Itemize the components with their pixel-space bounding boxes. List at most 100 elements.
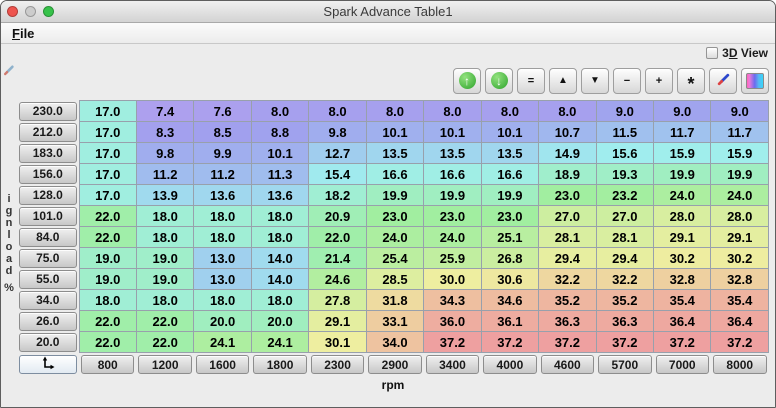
table-cell[interactable]: 23.0: [538, 184, 597, 206]
table-cell[interactable]: 23.0: [480, 205, 540, 227]
table-cell[interactable]: 22.0: [308, 226, 367, 248]
table-cell[interactable]: 20.9: [308, 205, 367, 227]
table-cell[interactable]: 34.3: [423, 289, 482, 311]
column-header-button[interactable]: 1600: [195, 355, 250, 374]
table-cell[interactable]: 13.5: [365, 142, 425, 164]
table-cell[interactable]: 27.8: [308, 289, 367, 311]
table-cell[interactable]: 32.2: [595, 268, 655, 290]
table-cell[interactable]: 11.3: [250, 163, 310, 185]
table-cell[interactable]: 17.0: [78, 142, 137, 164]
table-cell[interactable]: 22.0: [135, 331, 195, 353]
table-cell[interactable]: 9.8: [135, 142, 195, 164]
table-cell[interactable]: 19.0: [78, 247, 137, 269]
table-cell[interactable]: 11.7: [653, 121, 712, 143]
table-cell[interactable]: 15.9: [653, 142, 712, 164]
edit-pencil-button[interactable]: [709, 67, 737, 94]
table-cell[interactable]: 8.0: [365, 100, 425, 122]
table-cell[interactable]: 34.0: [365, 331, 425, 353]
table-cell[interactable]: 19.9: [365, 184, 425, 206]
table-cell[interactable]: 17.0: [78, 184, 137, 206]
table-cell[interactable]: 37.2: [480, 331, 540, 353]
table-cell[interactable]: 13.0: [193, 268, 252, 290]
table-cell[interactable]: 19.9: [710, 163, 769, 185]
axis-swap-button[interactable]: [19, 354, 77, 374]
table-cell[interactable]: 36.3: [595, 310, 655, 332]
row-header-button[interactable]: 156.0: [19, 164, 77, 184]
table-cell[interactable]: 13.5: [480, 142, 540, 164]
minimize-button[interactable]: [25, 6, 36, 17]
table-cell[interactable]: 18.0: [135, 226, 195, 248]
table-cell[interactable]: 29.1: [653, 226, 712, 248]
table-cell[interactable]: 9.9: [193, 142, 252, 164]
3d-view-checkbox[interactable]: [706, 46, 719, 59]
table-cell[interactable]: 11.2: [135, 163, 195, 185]
table-cell[interactable]: 17.0: [78, 121, 137, 143]
table-cell[interactable]: 29.1: [710, 226, 769, 248]
table-cell[interactable]: 30.2: [653, 247, 712, 269]
table-cell[interactable]: 32.8: [710, 268, 769, 290]
table-cell[interactable]: 15.6: [595, 142, 655, 164]
table-cell[interactable]: 8.3: [135, 121, 195, 143]
row-header-button[interactable]: 101.0: [19, 206, 77, 226]
row-header-button[interactable]: 230.0: [19, 101, 77, 121]
scale-down-button[interactable]: ↓: [485, 67, 513, 94]
column-header-button[interactable]: 4600: [540, 355, 595, 374]
close-button[interactable]: [7, 6, 18, 17]
table-cell[interactable]: 24.6: [308, 268, 367, 290]
column-header-button[interactable]: 2300: [310, 355, 365, 374]
table-cell[interactable]: 35.2: [538, 289, 597, 311]
table-cell[interactable]: 13.9: [135, 184, 195, 206]
table-cell[interactable]: 28.0: [710, 205, 769, 227]
table-cell[interactable]: 36.0: [423, 310, 482, 332]
table-cell[interactable]: 21.4: [308, 247, 367, 269]
table-cell[interactable]: 19.3: [595, 163, 655, 185]
row-header-button[interactable]: 183.0: [19, 143, 77, 163]
table-cell[interactable]: 23.2: [595, 184, 655, 206]
table-cell[interactable]: 24.0: [423, 226, 482, 248]
table-cell[interactable]: 27.0: [538, 205, 597, 227]
table-cell[interactable]: 12.7: [308, 142, 367, 164]
set-equal-button[interactable]: =: [517, 67, 545, 94]
table-cell[interactable]: 19.9: [480, 184, 540, 206]
column-header-button[interactable]: 800: [81, 355, 135, 374]
table-cell[interactable]: 10.1: [250, 142, 310, 164]
table-cell[interactable]: 24.0: [653, 184, 712, 206]
table-cell[interactable]: 17.0: [78, 100, 137, 122]
column-header-button[interactable]: 5700: [598, 355, 652, 374]
table-cell[interactable]: 19.0: [135, 247, 195, 269]
table-cell[interactable]: 15.4: [308, 163, 367, 185]
table-cell[interactable]: 29.4: [538, 247, 597, 269]
table-cell[interactable]: 37.2: [538, 331, 597, 353]
table-cell[interactable]: 8.0: [480, 100, 540, 122]
row-header-button[interactable]: 26.0: [19, 311, 77, 331]
table-cell[interactable]: 36.1: [480, 310, 540, 332]
table-cell[interactable]: 36.4: [653, 310, 712, 332]
table-cell[interactable]: 11.5: [595, 121, 655, 143]
table-cell[interactable]: 34.6: [480, 289, 540, 311]
table-cell[interactable]: 24.0: [710, 184, 769, 206]
add-button[interactable]: +: [645, 67, 673, 94]
column-header-button[interactable]: 2900: [368, 355, 422, 374]
table-cell[interactable]: 30.1: [308, 331, 367, 353]
table-cell[interactable]: 19.9: [423, 184, 482, 206]
table-cell[interactable]: 22.0: [135, 310, 195, 332]
table-cell[interactable]: 22.0: [78, 226, 137, 248]
zoom-button[interactable]: [43, 6, 54, 17]
table-cell[interactable]: 16.6: [480, 163, 540, 185]
table-cell[interactable]: 32.2: [538, 268, 597, 290]
table-cell[interactable]: 18.0: [250, 289, 310, 311]
table-cell[interactable]: 9.0: [710, 100, 769, 122]
table-cell[interactable]: 11.2: [193, 163, 252, 185]
table-cell[interactable]: 18.0: [250, 226, 310, 248]
table-cell[interactable]: 20.0: [250, 310, 310, 332]
table-cell[interactable]: 18.0: [135, 205, 195, 227]
table-cell[interactable]: 19.0: [78, 268, 137, 290]
table-cell[interactable]: 24.1: [250, 331, 310, 353]
table-cell[interactable]: 7.6: [193, 100, 252, 122]
table-cell[interactable]: 19.0: [135, 268, 195, 290]
table-cell[interactable]: 25.9: [423, 247, 482, 269]
table-cell[interactable]: 35.4: [710, 289, 769, 311]
table-cell[interactable]: 30.0: [423, 268, 482, 290]
table-cell[interactable]: 16.6: [423, 163, 482, 185]
table-cell[interactable]: 22.0: [78, 310, 137, 332]
